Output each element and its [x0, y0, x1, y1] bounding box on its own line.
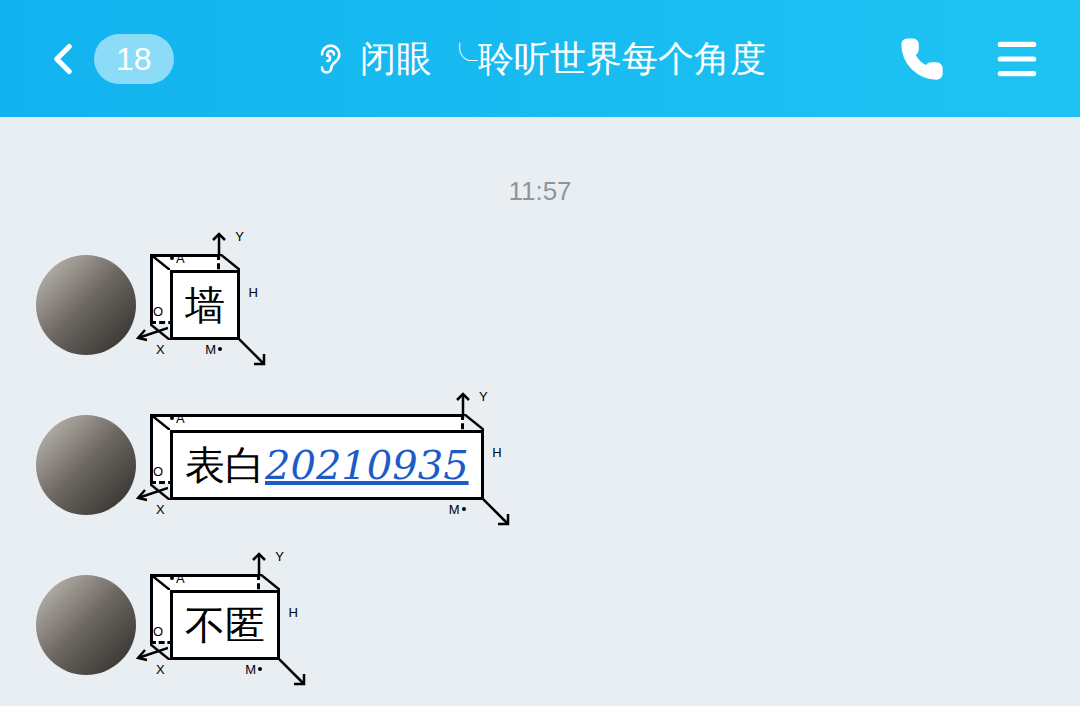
- back-arrow-icon[interactable]: [38, 34, 88, 84]
- y-axis-arrow-icon: [212, 232, 226, 258]
- box-edge-icon: [464, 414, 484, 430]
- box-front-face: 墙: [170, 270, 240, 340]
- message-list: 11:57YXAOMH墙YXAOMH表白20210935YXAOMH不匿: [0, 117, 1080, 700]
- message-row: Y X A O M H 不匿: [36, 550, 1080, 700]
- box-edge-icon: [220, 254, 240, 270]
- z-axis-arrow-icon: [482, 498, 510, 526]
- box-front-face: 表白20210935: [170, 430, 484, 500]
- axis-label-h: H: [289, 606, 298, 619]
- message-bubble[interactable]: Y X A O M H 墙: [136, 230, 284, 380]
- y-axis-arrow-icon: [252, 552, 266, 578]
- axis-label-a: A: [170, 412, 185, 425]
- axis-label-o: O: [153, 465, 163, 478]
- message-bubble[interactable]: Y X A O M H 表白20210935: [136, 390, 528, 540]
- title-group: 闭眼 ╰聆听世界每个角度: [258, 36, 822, 81]
- dot: [258, 667, 262, 671]
- x-axis-arrow-icon: [136, 486, 168, 502]
- avatar[interactable]: [36, 255, 136, 355]
- avatar[interactable]: [36, 575, 136, 675]
- axis-label-x: X: [156, 343, 165, 356]
- dot: [170, 576, 174, 580]
- dot: [218, 347, 222, 351]
- box-front-face: 不匿: [170, 590, 280, 660]
- box-edge-icon: [150, 574, 170, 590]
- box-edge-icon: [150, 414, 170, 430]
- message-link[interactable]: 20210935: [265, 441, 469, 489]
- x-axis-arrow-icon: [136, 646, 168, 662]
- menu-icon[interactable]: [992, 34, 1042, 84]
- axis-label-a: A: [170, 572, 185, 585]
- axis-label-x: X: [156, 663, 165, 676]
- message-text: 墙: [185, 281, 225, 329]
- back-group[interactable]: 18: [38, 34, 258, 84]
- dot: [170, 416, 174, 420]
- box-edge-icon: [260, 574, 280, 590]
- message-row: Y X A O M H 表白20210935: [36, 390, 1080, 540]
- axis-label-h: H: [249, 286, 258, 299]
- message-row: Y X A O M H 墙: [36, 230, 1080, 380]
- chat-title: 闭眼 ╰聆听世界每个角度: [360, 36, 766, 81]
- axis-label-m: M: [245, 663, 262, 676]
- message-text: 表白: [185, 441, 265, 489]
- z-axis-arrow-icon: [278, 658, 306, 686]
- message-text: 不匿: [185, 601, 265, 649]
- box-edge-icon: [150, 254, 170, 270]
- chat-screen: 18闭眼 ╰聆听世界每个角度11:57YXAOMH墙YXAOMH表白202109…: [0, 0, 1080, 706]
- dot: [170, 256, 174, 260]
- dot: [462, 507, 466, 511]
- axis-label-m: M: [449, 503, 466, 516]
- phone-icon[interactable]: [900, 37, 944, 81]
- axis-label-o: O: [153, 625, 163, 638]
- x-axis-arrow-icon: [136, 326, 168, 342]
- z-axis-arrow-icon: [238, 338, 266, 366]
- actions-group: [822, 34, 1042, 84]
- axis-label-y: Y: [235, 230, 244, 243]
- message-bubble[interactable]: Y X A O M H 不匿: [136, 550, 324, 700]
- axis-label-m: M: [205, 343, 222, 356]
- axis-label-a: A: [170, 252, 185, 265]
- avatar[interactable]: [36, 415, 136, 515]
- unread-badge[interactable]: 18: [94, 34, 174, 84]
- time-divider: 11:57: [36, 117, 1080, 230]
- y-axis-arrow-icon: [456, 392, 470, 418]
- top-bar: 18 闭眼 ╰聆听世界每个角度: [0, 0, 1080, 117]
- ear-icon: [314, 43, 346, 75]
- axis-label-x: X: [156, 503, 165, 516]
- axis-label-h: H: [492, 446, 501, 459]
- axis-label-o: O: [153, 305, 163, 318]
- axis-label-y: Y: [479, 390, 488, 403]
- axis-label-y: Y: [275, 550, 284, 563]
